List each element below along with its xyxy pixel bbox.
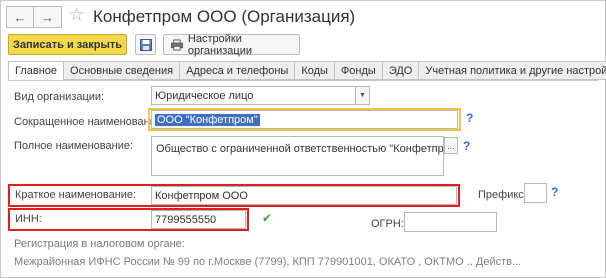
prefix-label: Префикс: [478,189,527,201]
tab-addresses-phones[interactable]: Адреса и телефоны [180,61,296,80]
brief-name-value: Конфетпром ООО [155,189,248,202]
full-name-label: Полное наименование: [14,140,134,152]
tab-accounting-policy[interactable]: Учетная политика и другие настройки [419,61,606,80]
brief-name-label: Краткое наименование: [15,189,137,201]
short-name-value: ООО "Конфетпром" [155,113,260,126]
tab-edo[interactable]: ЭДО [382,61,420,80]
full-name-edit-button[interactable]: ... [444,137,458,154]
tab-basic-info[interactable]: Основные сведения [64,61,181,80]
page-title: Конфетпром ООО (Организация) [93,7,356,26]
prefix-input[interactable] [524,183,547,203]
checkmark-icon: ✔ [262,211,273,225]
ogrn-input[interactable] [404,212,497,232]
nav-buttons: ← → [6,6,62,28]
arrow-left-icon: ← [13,9,27,25]
inn-value: 7799555550 [155,213,217,226]
org-type-label: Вид организации: [14,91,105,103]
tab-divider [8,80,598,81]
tab-codes[interactable]: Коды [295,61,335,80]
organization-settings-label: Настройки организации [187,32,253,57]
inn-label: ИНН: [15,213,42,225]
save-button[interactable] [135,34,156,55]
arrow-right-icon: → [41,9,54,25]
question-mark-icon[interactable]: ? [463,139,470,153]
printer-icon [171,38,183,51]
organization-settings-button[interactable]: Настройки организации [163,32,300,57]
forward-button[interactable]: → [34,6,62,28]
org-type-value: Юридическое лицо [155,89,254,102]
star-icon[interactable]: ☆ [69,5,84,25]
short-name-label: Сокращенное наименование: [14,116,166,128]
full-name-value: Общество с ограниченной ответственностью… [156,143,444,155]
tab-main[interactable]: Главное [8,61,65,81]
floppy-disk-icon [139,38,152,51]
tax-registration-link[interactable]: Межрайонная ИФНС России № 99 по г.Москве… [14,256,521,268]
tab-bar: Главное Основные сведения Адреса и телеф… [8,61,606,81]
brief-name-input[interactable]: Конфетпром ООО [151,186,457,205]
inn-input[interactable]: 7799555550 [151,210,246,229]
question-mark-icon[interactable]: ? [466,111,473,125]
full-name-input[interactable]: Общество с ограниченной ответственностью… [151,136,444,176]
ogrn-label: ОГРН: [371,218,404,230]
back-button[interactable]: ← [6,6,34,28]
question-mark-icon[interactable]: ? [551,185,558,199]
short-name-input[interactable]: ООО "Конфетпром" [151,110,458,129]
chevron-down-icon[interactable]: ▼ [355,87,369,104]
org-type-select[interactable]: Юридическое лицо ▼ [151,86,370,105]
tab-funds[interactable]: Фонды [334,61,383,80]
tax-registration-label: Регистрация в налоговом органе: [14,238,185,250]
save-and-close-button[interactable]: Записать и закрыть [8,34,127,55]
